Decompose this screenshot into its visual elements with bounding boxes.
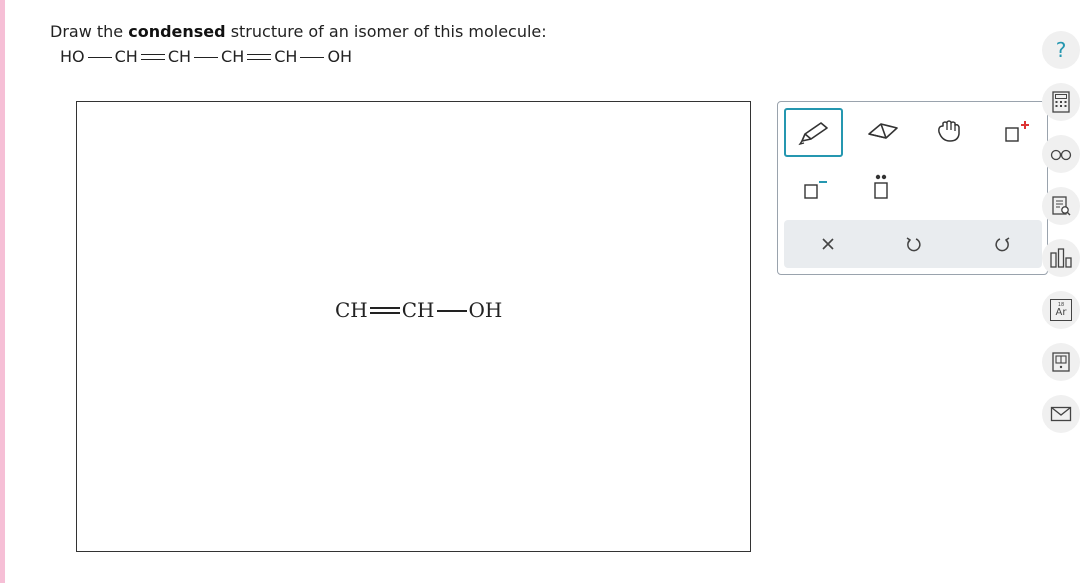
view-button[interactable]: [1042, 135, 1080, 173]
single-bond: [300, 51, 325, 63]
glasses-icon: [1050, 149, 1072, 161]
question-prompt: Draw the condensed structure of an isome…: [50, 22, 547, 41]
remove-charge-button[interactable]: [792, 166, 837, 208]
add-charge-icon: [1004, 121, 1029, 142]
pencil-icon: [797, 121, 828, 145]
left-accent-stripe: [0, 0, 5, 583]
single-bond[interactable]: [436, 304, 467, 316]
single-bond: [194, 51, 219, 63]
calculator-button[interactable]: [1042, 83, 1080, 121]
atom-group: OH: [327, 47, 353, 66]
periodic-element-icon: 18 Ar: [1050, 299, 1072, 321]
drawing-canvas[interactable]: CH CH OH: [76, 101, 751, 552]
atom-group: CH: [274, 47, 298, 66]
prompt-text-before: Draw the: [50, 22, 129, 41]
help-button[interactable]: ?: [1042, 31, 1080, 69]
periodic-element-symbol: Ar: [1055, 306, 1067, 318]
drawn-structure[interactable]: CH CH OH: [335, 298, 502, 322]
hand-tool-button[interactable]: [924, 110, 974, 152]
textbook-button[interactable]: [1042, 343, 1080, 381]
data-button[interactable]: [1042, 239, 1080, 277]
lone-pair-button[interactable]: [858, 166, 903, 208]
calculator-icon: [1052, 91, 1070, 113]
redo-button[interactable]: [987, 228, 1019, 260]
toolbar-action-bar: [784, 220, 1042, 268]
add-charge-button[interactable]: [993, 110, 1038, 152]
bar-chart-icon: [1050, 248, 1072, 268]
atom-group: CH: [114, 47, 138, 66]
prompt-bold-word: condensed: [128, 22, 226, 41]
atom-group[interactable]: CH: [335, 298, 368, 322]
lone-pair-icon: [873, 174, 888, 199]
atom-group: CH: [167, 47, 192, 66]
atom-group[interactable]: OH: [469, 298, 503, 322]
double-bond: [140, 51, 165, 63]
atom-group[interactable]: CH: [402, 298, 435, 322]
periodic-table-button[interactable]: 18 Ar: [1042, 291, 1080, 329]
eraser-tool-button[interactable]: [858, 110, 908, 152]
clear-icon: [822, 238, 834, 250]
given-molecule-formula: HO CH CH CH CH OH: [60, 47, 352, 66]
remove-charge-icon: [803, 181, 827, 199]
single-bond: [87, 51, 112, 63]
atom-group: CH: [221, 47, 245, 66]
clear-button[interactable]: [812, 228, 844, 260]
undo-icon: [906, 237, 921, 252]
message-button[interactable]: [1042, 395, 1080, 433]
double-bond: [247, 51, 272, 63]
drawing-toolbar: [777, 101, 1048, 275]
reference-button[interactable]: [1042, 187, 1080, 225]
document-search-icon: [1052, 196, 1071, 216]
undo-button[interactable]: [897, 228, 929, 260]
redo-icon: [995, 237, 1010, 252]
eraser-icon: [868, 123, 898, 139]
envelope-icon: [1050, 406, 1072, 422]
pencil-tool-button[interactable]: [784, 108, 843, 157]
hand-icon: [938, 120, 960, 142]
double-bond[interactable]: [369, 304, 400, 316]
help-icon: ?: [1055, 38, 1067, 62]
atom-group: HO: [60, 47, 85, 66]
book-icon: [1052, 352, 1070, 372]
prompt-text-after: structure of an isomer of this molecule:: [225, 22, 547, 41]
